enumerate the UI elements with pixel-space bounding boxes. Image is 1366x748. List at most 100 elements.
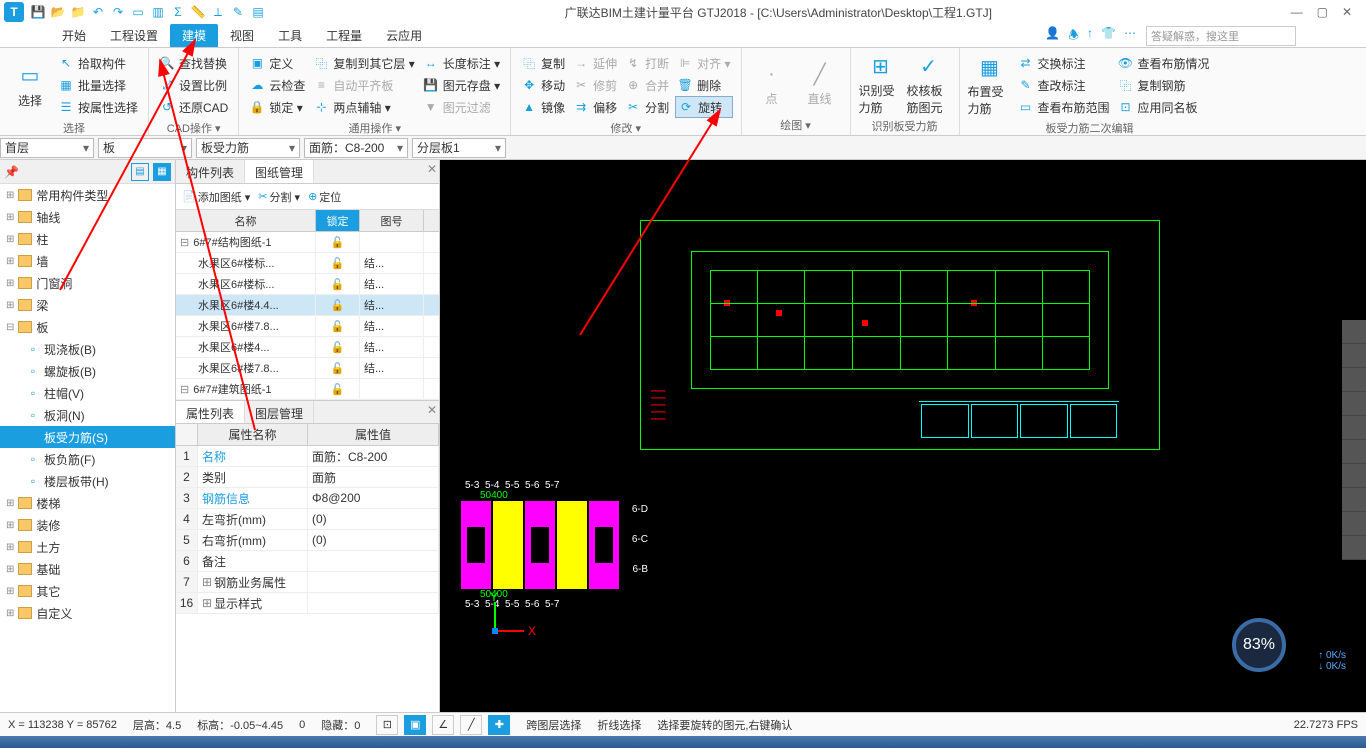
tree-item[interactable]: ▫板受力筋(S) — [0, 426, 175, 448]
midpane-close-icon[interactable]: ✕ — [427, 162, 437, 176]
category-combo[interactable]: 板 — [98, 138, 192, 158]
prop-row[interactable]: 3钢筋信息Φ8@200 — [176, 488, 439, 509]
menu-project-settings[interactable]: 工程设置 — [98, 24, 170, 47]
skin-icon[interactable]: 👕 — [1101, 26, 1116, 47]
open-icon[interactable]: 📂 — [50, 4, 66, 20]
st-2[interactable]: ▣ — [404, 715, 426, 735]
prop-row[interactable]: 7⊞钢筋业务属性 — [176, 572, 439, 593]
view-rebar-status[interactable]: 👁查看布筋情况 — [1116, 52, 1212, 74]
undo-icon[interactable]: ↶ — [90, 4, 106, 20]
table-row[interactable]: ⊟6#7#结构图纸-1🔓 — [176, 232, 439, 253]
tree-item[interactable]: ▫柱帽(V) — [0, 382, 175, 404]
tree-item[interactable]: ⊞其它 — [0, 580, 175, 602]
batch-select[interactable]: ▦批量选择 — [56, 74, 140, 96]
element-save[interactable]: 💾图元存盘 ▾ — [421, 74, 502, 96]
tab-drawing-manage[interactable]: 图纸管理 — [245, 160, 314, 183]
table-row[interactable]: ⊟6#7#建筑图纸-1🔓 — [176, 379, 439, 400]
measure-icon[interactable]: ⟂ — [210, 4, 226, 20]
redo-icon[interactable]: ↷ — [110, 4, 126, 20]
split-drawing-button[interactable]: ✂分割 ▾ — [258, 189, 300, 205]
pick-component[interactable]: ↖拾取构件 — [56, 52, 140, 74]
find-replace[interactable]: 🔍查找替换 — [157, 52, 230, 74]
check-rebar[interactable]: ✓ 校核板筋图元 — [907, 52, 951, 116]
view-list-icon[interactable]: ▦ — [153, 163, 171, 181]
folder-icon[interactable]: 📁 — [70, 4, 86, 20]
menu-tools[interactable]: 工具 — [266, 24, 314, 47]
table-row[interactable]: 水果区6#楼7.8...🔓结... — [176, 358, 439, 379]
delete[interactable]: 🗑删除 — [675, 74, 732, 96]
menu-start[interactable]: 开始 — [50, 24, 98, 47]
cloud-icon[interactable]: ↑ — [1087, 26, 1093, 47]
rt-9[interactable] — [1342, 512, 1366, 536]
swap-annotation[interactable]: ⇄交换标注 — [1016, 52, 1112, 74]
restore-cad[interactable]: ↺还原CAD — [157, 96, 230, 118]
rt-5[interactable] — [1342, 416, 1366, 440]
rt-4[interactable] — [1342, 392, 1366, 416]
table-row[interactable]: 水果区6#楼4.4...🔓结... — [176, 295, 439, 316]
tree-item[interactable]: ▫现浇板(B) — [0, 338, 175, 360]
tree-item[interactable]: ⊞装修 — [0, 514, 175, 536]
prop-row[interactable]: 1名称面筋：C8-200 — [176, 446, 439, 467]
layout-rebar[interactable]: ▦ 布置受力筋 — [968, 52, 1012, 118]
region-icon[interactable]: ▭ — [130, 4, 146, 20]
rt-6[interactable] — [1342, 440, 1366, 464]
table-row[interactable]: 水果区6#楼标...🔓结... — [176, 253, 439, 274]
tab-layer-manage[interactable]: 图层管理 — [245, 401, 314, 423]
tree-item[interactable]: ▫板负筋(F) — [0, 448, 175, 470]
table-row[interactable]: 水果区6#楼4...🔓结... — [176, 337, 439, 358]
tree-item[interactable]: ▫楼层板带(H) — [0, 470, 175, 492]
lock[interactable]: 🔒锁定 ▾ — [247, 96, 307, 118]
split[interactable]: ✂分割 — [623, 96, 671, 118]
tree-item[interactable]: ⊞楼梯 — [0, 492, 175, 514]
floor-combo[interactable]: 首层 — [0, 138, 94, 158]
tree-item[interactable]: ⊞土方 — [0, 536, 175, 558]
minimize-icon[interactable]: — — [1291, 5, 1303, 19]
rt-7[interactable] — [1342, 464, 1366, 488]
more-icon[interactable]: ⋯ — [1124, 26, 1136, 47]
recognize-rebar[interactable]: ⊞ 识别受力筋 — [859, 52, 903, 116]
maximize-icon[interactable]: ▢ — [1317, 5, 1328, 19]
mirror[interactable]: ▲镜像 — [519, 96, 567, 118]
set-scale[interactable]: ⤢设置比例 — [157, 74, 230, 96]
prop-row[interactable]: 5右弯折(mm)(0) — [176, 530, 439, 551]
copy-to-layer[interactable]: ⿻复制到其它层 ▾ — [311, 52, 416, 74]
select-by-prop[interactable]: ☰按属性选择 — [56, 96, 140, 118]
table-row[interactable]: 水果区6#楼7.8...🔓结... — [176, 316, 439, 337]
st-3[interactable]: ∠ — [432, 715, 454, 735]
view-rebar-range[interactable]: ▭查看布筋范围 — [1016, 96, 1112, 118]
menu-quantity[interactable]: 工程量 — [314, 24, 374, 47]
rt-8[interactable] — [1342, 488, 1366, 512]
tab-properties[interactable]: 属性列表 — [176, 401, 245, 423]
locate-button[interactable]: ⊕定位 — [308, 189, 341, 205]
tree-item[interactable]: ⊞基础 — [0, 558, 175, 580]
save-icon[interactable]: 💾 — [30, 4, 46, 20]
prop-row[interactable]: 4左弯折(mm)(0) — [176, 509, 439, 530]
st-1[interactable]: ⊡ — [376, 715, 398, 735]
calc-icon[interactable]: Σ — [170, 4, 186, 20]
tab-component-list[interactable]: 构件列表 — [176, 160, 245, 183]
sb-cross-floor[interactable]: 跨图层选择 — [526, 717, 581, 733]
rt-2[interactable] — [1342, 344, 1366, 368]
tree-item[interactable]: ⊞常用构件类型 — [0, 184, 175, 206]
define[interactable]: ▣定义 — [247, 52, 307, 74]
tree-item[interactable]: ▫螺旋板(B) — [0, 360, 175, 382]
length-annotation[interactable]: ↔长度标注 ▾ — [421, 52, 502, 74]
close-icon[interactable]: ✕ — [1342, 5, 1352, 19]
prop-row[interactable]: 6备注 — [176, 551, 439, 572]
tree-item[interactable]: ⊞轴线 — [0, 206, 175, 228]
prop-close-icon[interactable]: ✕ — [427, 403, 437, 417]
rt-3[interactable] — [1342, 368, 1366, 392]
tree-item[interactable]: ⊞柱 — [0, 228, 175, 250]
pencil-icon[interactable]: ✎ — [230, 4, 246, 20]
ruler-icon[interactable]: 📏 — [190, 4, 206, 20]
viewport[interactable]: ━━━━━━━━━━━━━━━━━━━━ 5-3 5-4 — [440, 160, 1366, 712]
component-combo[interactable]: 面筋：C8-200 — [304, 138, 408, 158]
layers-icon[interactable]: ▤ — [250, 4, 266, 20]
layer-combo[interactable]: 分层板1 — [412, 138, 506, 158]
tree-item[interactable]: ▫板洞(N) — [0, 404, 175, 426]
menu-modeling[interactable]: 建模 — [170, 24, 218, 47]
pin-icon[interactable]: 📌 — [4, 165, 19, 179]
prop-row[interactable]: 16⊞显示样式 — [176, 593, 439, 614]
edit-annotation[interactable]: ✎查改标注 — [1016, 74, 1112, 96]
st-5[interactable]: ✚ — [488, 715, 510, 735]
